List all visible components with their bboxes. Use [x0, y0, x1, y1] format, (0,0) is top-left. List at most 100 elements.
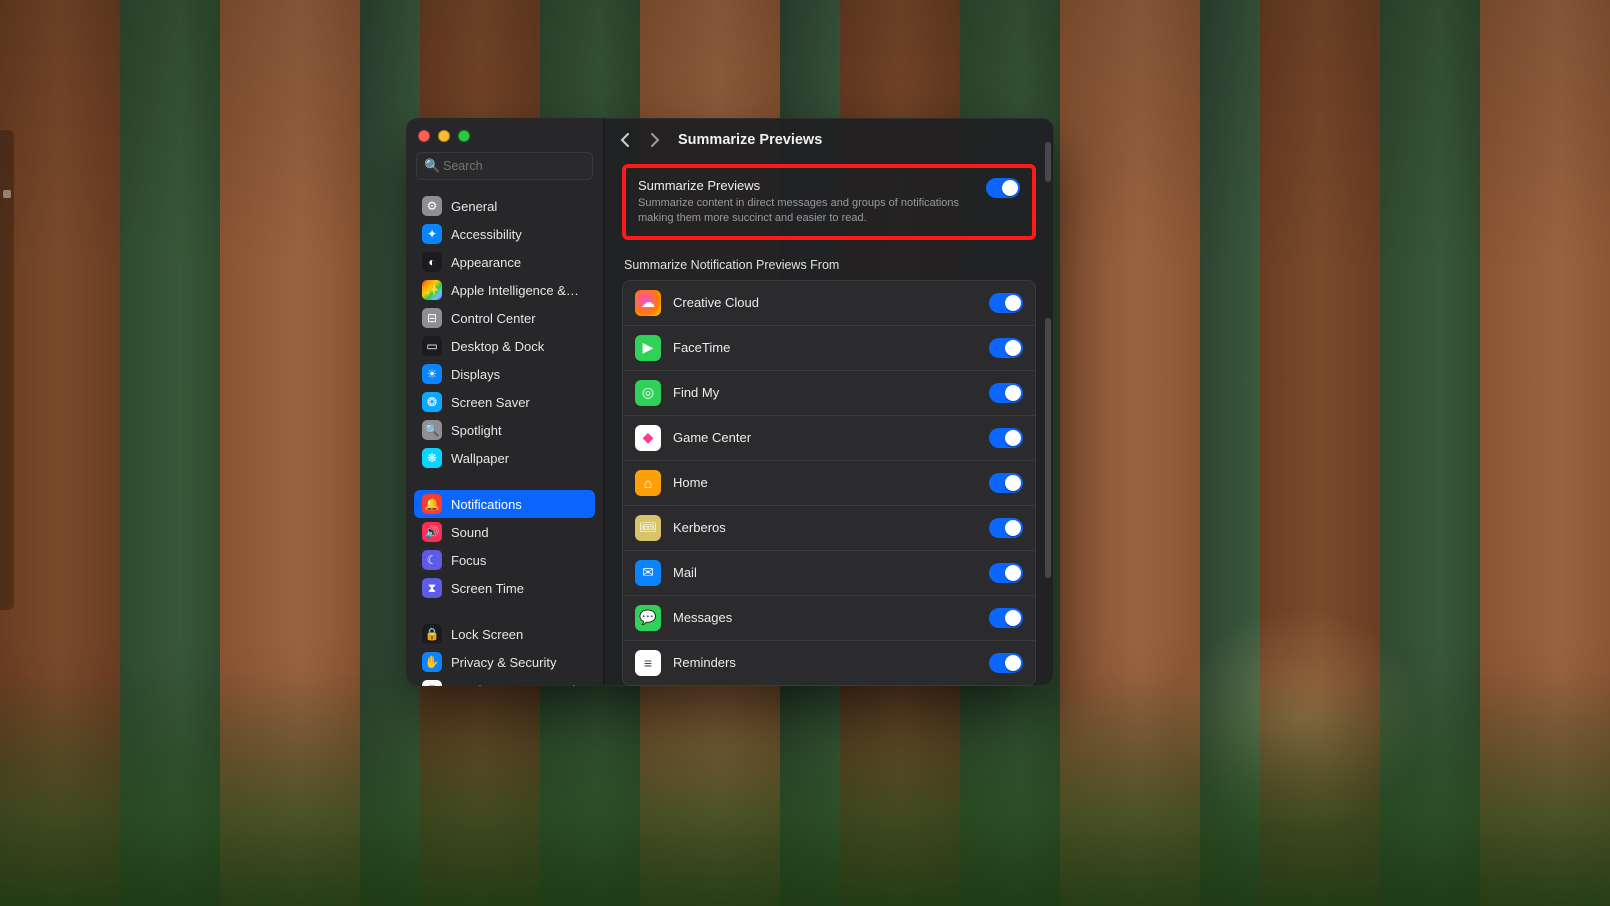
chevron-right-icon [650, 133, 660, 147]
app-toggle-game-center[interactable] [989, 428, 1023, 448]
sound-icon: 🔊 [422, 522, 442, 542]
sidebar-item-label: Privacy & Security [451, 655, 556, 670]
sidebar-item-label: Apple Intelligence &… [451, 283, 579, 298]
sidebar-item-general[interactable]: ⚙General [414, 192, 595, 220]
app-toggle-facetime[interactable] [989, 338, 1023, 358]
app-row-kerberos: 🎟 Kerberos [623, 506, 1035, 551]
control-center-icon: ⊟ [422, 308, 442, 328]
app-name-label: Find My [673, 385, 977, 400]
sidebar-item-appearance[interactable]: ◐Appearance [414, 248, 595, 276]
app-row-messages: 💬 Messages [623, 596, 1035, 641]
sidebar-item-label: Accessibility [451, 227, 522, 242]
app-toggle-messages[interactable] [989, 608, 1023, 628]
screen-time-icon: ⧗ [422, 578, 442, 598]
sidebar-search-input[interactable] [416, 152, 593, 180]
sidebar-item-accessibility[interactable]: ✦ Accessibility [414, 220, 595, 248]
summarize-previews-description: Summarize content in direct messages and… [638, 196, 974, 226]
app-name-label: Home [673, 475, 977, 490]
sidebar-item-label: General [451, 199, 497, 214]
system-settings-window: 🔍 ⚙General ✦ Accessibility ◐Appearance ✨ Appl… [406, 118, 1054, 686]
summarize-previews-toggle[interactable] [986, 178, 1020, 198]
content-scrollbar[interactable] [1045, 318, 1051, 578]
screen-saver-icon: ❂ [422, 392, 442, 412]
app-name-label: FaceTime [673, 340, 977, 355]
sidebar-search-wrap: 🔍 [406, 152, 603, 188]
app-list-section-label: Summarize Notification Previews From [624, 258, 1034, 272]
app-name-label: Kerberos [673, 520, 977, 535]
app-list: ☁Creative Cloud ▶ FaceTime ◎ Find My ◆ Game Ce… [622, 280, 1036, 686]
kerberos-icon: 🎟 [635, 515, 661, 541]
zoom-window-button[interactable] [458, 130, 470, 142]
sidebar-item-label: Appearance [451, 255, 521, 270]
notifications-icon: 🔔 [422, 494, 442, 514]
spotlight-icon: 🔍 [422, 420, 442, 440]
content-scroll-area[interactable]: Summarize Previews Summarize content in … [604, 162, 1054, 686]
sidebar-item-label: Focus [451, 553, 486, 568]
app-toggle-kerberos[interactable] [989, 518, 1023, 538]
app-name-label: Messages [673, 610, 977, 625]
sidebar-item-sound[interactable]: 🔊 Sound [414, 518, 595, 546]
app-name-label: Game Center [673, 430, 977, 445]
settings-content: Summarize Previews Summarize Previews Su… [604, 118, 1054, 686]
focus-icon: ☾ [422, 550, 442, 570]
app-row-home: ⌂Home [623, 461, 1035, 506]
nav-back-button[interactable] [614, 129, 636, 151]
app-toggle-mail[interactable] [989, 563, 1023, 583]
apple-intelligence-icon: ✨ [422, 280, 442, 300]
app-toggle-creative-cloud[interactable] [989, 293, 1023, 313]
sidebar-item-desktop-dock[interactable]: ▭ Desktop & Dock [414, 332, 595, 360]
app-row-find-my: ◎ Find My [623, 371, 1035, 416]
app-name-label: Creative Cloud [673, 295, 977, 310]
sidebar-item-screen-saver[interactable]: ❂ Screen Saver [414, 388, 595, 416]
sidebar-item-lock-screen[interactable]: 🔒Lock Screen [414, 620, 595, 648]
chevron-left-icon [620, 133, 630, 147]
sidebar-item-screen-time[interactable]: ⧗ Screen Time [414, 574, 595, 602]
sidebar-item-apple-intelligence[interactable]: ✨ Apple Intelligence &… [414, 276, 595, 304]
sidebar-item-displays[interactable]: ☀ Displays [414, 360, 595, 388]
sidebar-item-label: Control Center [451, 311, 536, 326]
sidebar-item-touch-id-password[interactable]: ⦿Touch ID & Password [414, 676, 595, 686]
app-row-game-center: ◆ Game Center [623, 416, 1035, 461]
sidebar-item-spotlight[interactable]: 🔍Spotlight [414, 416, 595, 444]
content-titlebar: Summarize Previews [604, 118, 1054, 162]
touch-id-password-icon: ⦿ [422, 680, 442, 686]
find-my-icon: ◎ [635, 380, 661, 406]
sidebar-item-label: Screen Saver [451, 395, 530, 410]
facetime-icon: ▶ [635, 335, 661, 361]
mail-icon: ✉ [635, 560, 661, 586]
nav-forward-button[interactable] [644, 129, 666, 151]
sidebar-item-label: Sound [451, 525, 489, 540]
close-window-button[interactable] [418, 130, 430, 142]
page-title: Summarize Previews [678, 132, 822, 148]
sidebar-item-control-center[interactable]: ⊟ Control Center [414, 304, 595, 332]
app-toggle-find-my[interactable] [989, 383, 1023, 403]
app-toggle-reminders[interactable] [989, 653, 1023, 673]
sidebar-item-label: Desktop & Dock [451, 339, 544, 354]
desktop-dock-icon: ▭ [422, 336, 442, 356]
sidebar-item-label: Screen Time [451, 581, 524, 596]
sidebar-item-label: Displays [451, 367, 500, 382]
summarize-previews-text: Summarize Previews Summarize content in … [638, 178, 974, 226]
sidebar-item-label: Notifications [451, 497, 522, 512]
app-name-label: Reminders [673, 655, 977, 670]
game-center-icon: ◆ [635, 425, 661, 451]
sidebar-item-focus[interactable]: ☾ Focus [414, 546, 595, 574]
settings-sidebar: 🔍 ⚙General ✦ Accessibility ◐Appearance ✨ Appl… [406, 118, 604, 686]
sidebar-item-wallpaper[interactable]: ❋Wallpaper [414, 444, 595, 472]
messages-icon: 💬 [635, 605, 661, 631]
summarize-previews-title: Summarize Previews [638, 178, 974, 193]
reminders-icon: ≡ [635, 650, 661, 676]
accessibility-icon: ✦ [422, 224, 442, 244]
window-traffic-lights [406, 126, 603, 152]
minimize-window-button[interactable] [438, 130, 450, 142]
displays-icon: ☀ [422, 364, 442, 384]
app-row-creative-cloud: ☁Creative Cloud [623, 281, 1035, 326]
dock-strip [0, 130, 14, 610]
sidebar-item-privacy-security[interactable]: ✋ Privacy & Security [414, 648, 595, 676]
sidebar-item-notifications[interactable]: 🔔 Notifications [414, 490, 595, 518]
app-row-facetime: ▶ FaceTime [623, 326, 1035, 371]
app-name-label: Mail [673, 565, 977, 580]
app-toggle-home[interactable] [989, 473, 1023, 493]
privacy-security-icon: ✋ [422, 652, 442, 672]
app-row-reminders: ≡ Reminders [623, 641, 1035, 685]
